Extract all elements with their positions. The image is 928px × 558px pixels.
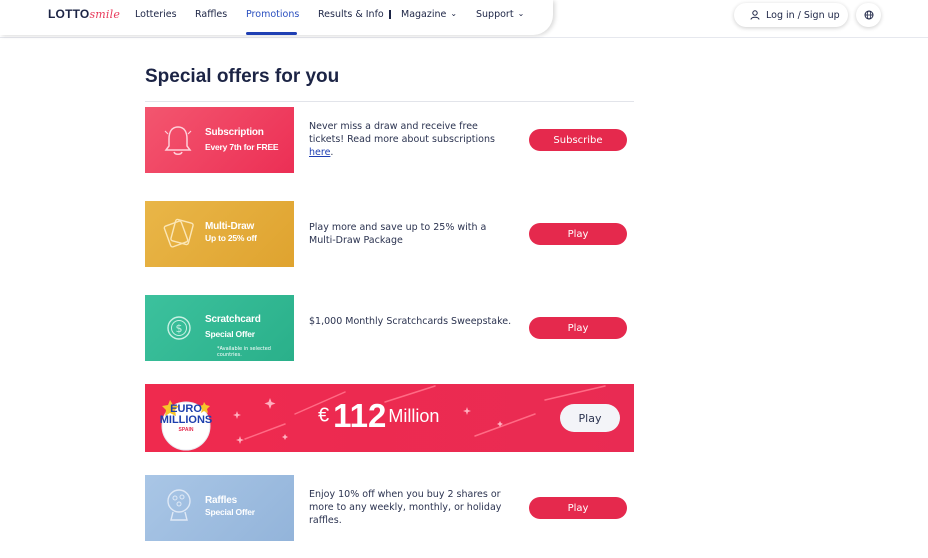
svg-text:$: $: [176, 322, 183, 335]
offer-image-subtitle: Up to 25% off: [205, 233, 257, 243]
logo-line-spain: SPAIN: [178, 427, 194, 433]
login-label: Log in / Sign up: [766, 9, 840, 21]
offer-image-subtitle: Every 7th for FREE: [205, 142, 279, 152]
language-button[interactable]: [856, 3, 881, 27]
nav-raffles[interactable]: Raffles: [195, 9, 227, 20]
chevron-down-icon: ⌄: [450, 9, 458, 18]
nav-support[interactable]: Support ⌄: [476, 9, 524, 20]
nav-magazine[interactable]: Magazine ⌄: [401, 9, 457, 20]
jackpot-value: 112: [333, 397, 387, 434]
nav-lotteries[interactable]: Lotteries: [135, 9, 177, 20]
active-tab-indicator: [246, 32, 297, 35]
jackpot-currency: €: [318, 404, 330, 427]
offer-image-title: Raffles: [205, 495, 237, 506]
page-title: Special offers for you: [145, 66, 340, 87]
offer-description: Play more and save up to 25% with a Mult…: [309, 222, 487, 246]
multi-draw-offer-image[interactable]: Multi-Draw Up to 25% off: [145, 201, 294, 267]
jackpot-unit: Million: [388, 405, 440, 426]
offer-description-end: .: [330, 147, 334, 158]
scratchcard-play-button[interactable]: Play: [529, 317, 627, 339]
offer-image-note: *Available in selected countries.: [217, 346, 271, 358]
offer-description: $1,000 Monthly Scratchcards Sweepstake.: [309, 316, 512, 327]
offer-description: Enjoy 10% off when you buy 2 shares or m…: [309, 489, 502, 526]
raffles-offer-image[interactable]: Raffles Special Offer: [145, 475, 294, 541]
title-divider: [145, 101, 634, 102]
nav-promotions[interactable]: Promotions: [246, 9, 299, 20]
raffles-play-button[interactable]: Play: [529, 497, 627, 519]
scratchcard-offer-image[interactable]: $ Scratchcard Special Offer *Available i…: [145, 295, 294, 361]
euromillions-logo: EURO MILLIONS SPAIN: [154, 390, 218, 454]
bell-icon: [164, 126, 192, 155]
chevron-down-icon: ⌄: [517, 9, 525, 18]
logo-text: LOTTO: [48, 7, 90, 21]
logo[interactable]: LOTTOsmile: [48, 7, 120, 21]
coin-icon: $: [167, 316, 191, 340]
subscriptions-link[interactable]: here: [309, 147, 330, 158]
logo-script: smile: [89, 8, 121, 21]
logo-line-millions: MILLIONS: [159, 414, 213, 426]
offer-image-subtitle: Special Offer: [205, 329, 255, 339]
offer-image-title: Multi-Draw: [205, 221, 255, 232]
nav-support-label: Support: [476, 9, 514, 20]
offer-description-text: Never miss a draw and receive free ticke…: [309, 121, 495, 145]
offer-image-title: Scratchcard: [205, 314, 261, 325]
main-nav: LOTTOsmile Lotteries Raffles Promotions …: [0, 0, 553, 35]
offer-image-subtitle: Special Offer: [205, 507, 255, 517]
jackpot-amount: €112 Million: [318, 397, 439, 435]
offer-image-title: Subscription: [205, 127, 264, 138]
nav-results-info[interactable]: Results & Info: [318, 9, 384, 20]
subscription-offer-image[interactable]: Subscription Every 7th for FREE: [145, 107, 294, 173]
site-header: LOTTOsmile Lotteries Raffles Promotions …: [0, 0, 928, 38]
raffle-drum-icon: [167, 489, 191, 521]
subscribe-button[interactable]: Subscribe: [529, 129, 627, 151]
user-icon: [750, 10, 760, 20]
tickets-icon: [163, 218, 194, 248]
globe-icon: [864, 10, 873, 20]
multi-draw-play-button[interactable]: Play: [529, 223, 627, 245]
nav-magazine-label: Magazine: [401, 9, 447, 20]
euromillions-play-button[interactable]: Play: [560, 404, 620, 432]
login-signup-button[interactable]: Log in / Sign up: [734, 3, 848, 27]
offer-description: Never miss a draw and receive free ticke…: [309, 120, 514, 159]
nav-divider: [389, 10, 391, 19]
